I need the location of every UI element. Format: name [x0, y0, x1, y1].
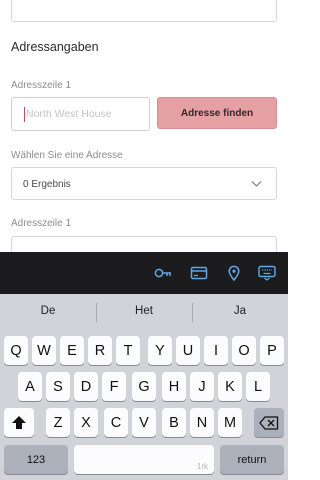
key-f[interactable]: F	[102, 372, 126, 401]
credit-card-icon[interactable]	[190, 265, 208, 281]
find-address-button[interactable]: Adresse finden	[157, 97, 277, 129]
prediction-2[interactable]: Het	[96, 305, 192, 317]
address-line-input[interactable]	[26, 98, 148, 130]
space-key[interactable]: 1rk	[74, 445, 214, 474]
address-line-label-2: Adresszeile 1	[11, 218, 72, 229]
numbers-key[interactable]: 123	[4, 445, 68, 474]
previous-input-field[interactable]	[11, 0, 277, 22]
address-line-label: Adresszeile 1	[11, 80, 72, 91]
address-select[interactable]: 0 Ergebnis	[11, 167, 277, 200]
key-u[interactable]: U	[176, 336, 200, 365]
key-y[interactable]: Y	[148, 336, 172, 365]
key-x[interactable]: X	[74, 408, 98, 437]
select-address-label: Wählen Sie eine Adresse	[11, 150, 123, 161]
section-title: Adressangaben	[11, 40, 99, 54]
keyboard-icon[interactable]	[258, 265, 276, 281]
key-t[interactable]: T	[116, 336, 140, 365]
key-b[interactable]: B	[162, 408, 186, 437]
address-select-value: 0 Ergebnis	[23, 179, 71, 190]
keyboard-accessory-bar	[0, 252, 288, 294]
key-h[interactable]: H	[162, 372, 186, 401]
key-q[interactable]: Q	[4, 336, 28, 365]
address-line-input-2[interactable]	[11, 236, 277, 252]
key-m[interactable]: M	[218, 408, 242, 437]
key-v[interactable]: V	[132, 408, 156, 437]
key-l[interactable]: L	[246, 372, 270, 401]
key-c[interactable]: C	[104, 408, 128, 437]
key-z[interactable]: Z	[46, 408, 70, 437]
key-k[interactable]: K	[218, 372, 242, 401]
prediction-1[interactable]: De	[0, 305, 96, 317]
chevron-down-icon	[251, 181, 262, 187]
prediction-3[interactable]: Ja	[192, 305, 288, 317]
shift-key[interactable]	[4, 408, 34, 437]
address-line-input-wrapper[interactable]	[11, 97, 150, 131]
key-n[interactable]: N	[190, 408, 214, 437]
text-caret	[24, 107, 25, 122]
on-screen-keyboard: De Het Ja Q W E R T Y U I O P A S D F G …	[0, 294, 288, 480]
key-a[interactable]: A	[18, 372, 42, 401]
key-g[interactable]: G	[132, 372, 156, 401]
shift-arrow-icon	[12, 416, 26, 429]
key-i[interactable]: I	[204, 336, 228, 365]
key-p[interactable]: P	[260, 336, 284, 365]
key-j[interactable]: J	[190, 372, 214, 401]
key-e[interactable]: E	[60, 336, 84, 365]
key-s[interactable]: S	[46, 372, 70, 401]
key-d[interactable]: D	[74, 372, 98, 401]
key-icon[interactable]	[154, 265, 172, 281]
backspace-icon	[259, 415, 279, 430]
key-r[interactable]: R	[88, 336, 112, 365]
backspace-key[interactable]	[254, 408, 284, 437]
key-o[interactable]: O	[232, 336, 256, 365]
return-key[interactable]: return	[220, 445, 284, 474]
space-key-hint: 1rk	[196, 462, 208, 471]
prediction-bar: De Het Ja	[0, 294, 288, 330]
address-form: Adressangaben Adresszeile 1 Adresse find…	[0, 0, 288, 252]
key-w[interactable]: W	[32, 336, 56, 365]
location-pin-icon[interactable]	[225, 265, 243, 281]
